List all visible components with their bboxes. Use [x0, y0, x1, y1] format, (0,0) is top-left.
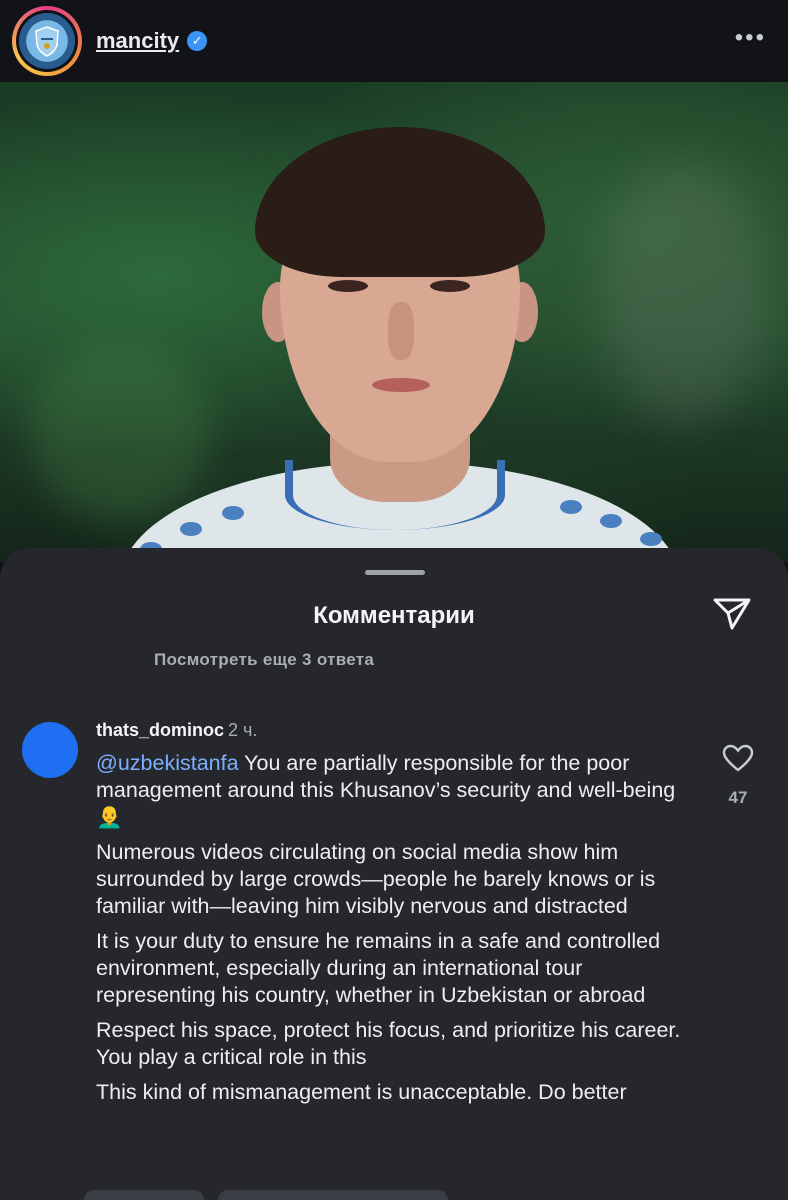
post-photo[interactable]	[0, 82, 788, 562]
view-more-replies-link[interactable]: Посмотреть еще 3 ответа	[154, 650, 374, 670]
comment-paragraph: Numerous videos circulating on social me…	[96, 840, 656, 918]
username-link[interactable]: mancity	[96, 28, 179, 54]
commenter-avatar[interactable]	[22, 722, 78, 778]
reply-preview-chip	[218, 1190, 448, 1200]
profile-avatar[interactable]	[12, 6, 82, 76]
more-horizontal-icon[interactable]: •••	[735, 24, 766, 52]
crest-shield-icon	[35, 26, 59, 57]
comment-paragraph: It is your duty to ensure he remains in …	[96, 929, 661, 1007]
post-header: mancity ✓ •••	[0, 0, 788, 82]
mention-link[interactable]: @uzbekistanfa	[96, 751, 239, 775]
send-icon[interactable]	[712, 596, 752, 632]
club-crest-icon	[19, 13, 75, 69]
comment-paragraph: @uzbekistanfa You are partially responsi…	[96, 751, 676, 829]
drag-handle[interactable]	[365, 570, 425, 575]
heart-icon[interactable]	[722, 744, 754, 772]
comments-sheet[interactable]: Комментарии Посмотреть еще 3 ответа that…	[0, 548, 788, 1200]
comment-paragraph: Respect his space, protect his focus, an…	[96, 1018, 681, 1069]
comment-text: @uzbekistanfa You are partially responsi…	[96, 750, 696, 1114]
comment-timestamp: 2 ч.	[228, 720, 258, 740]
comments-title: Комментарии	[313, 602, 475, 629]
comment-header: thats_dominoc 2 ч.	[96, 720, 257, 741]
player-hair	[255, 127, 545, 277]
commenter-username[interactable]: thats_dominoc	[96, 720, 224, 740]
reply-preview-chip	[84, 1190, 204, 1200]
comment-paragraph: This kind of mismanagement is unacceptab…	[96, 1080, 627, 1104]
like-count: 47	[728, 788, 748, 807]
verified-badge-icon: ✓	[187, 31, 208, 51]
